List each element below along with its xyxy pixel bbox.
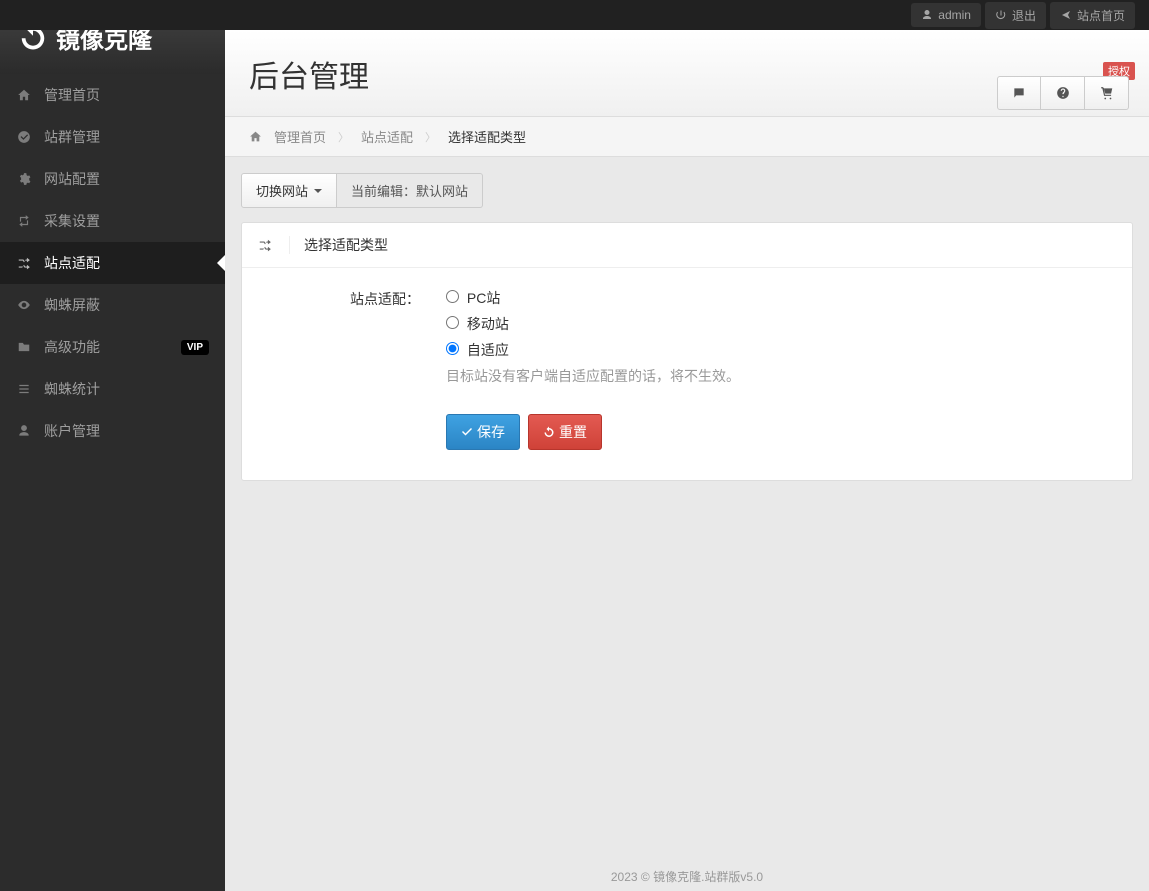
- page-header: 后台管理 授权: [225, 30, 1149, 117]
- toolbar-help-button[interactable]: [1041, 76, 1085, 110]
- sidebar-item-badge: VIP: [181, 340, 209, 355]
- folder-icon: [16, 339, 32, 355]
- page-title: 后台管理: [249, 52, 1125, 96]
- caret-down-icon: [314, 189, 322, 193]
- sidebar-item-label: 采集设置: [44, 211, 209, 231]
- share-icon: [1060, 9, 1072, 21]
- panel-header: 选择适配类型: [242, 223, 1132, 268]
- radio-option-mobile[interactable]: 移动站: [446, 314, 740, 334]
- footer: 2023 © 镜像克隆.站群版v5.0: [225, 862, 1149, 891]
- topbar-site-home-label: 站点首页: [1077, 7, 1125, 24]
- sidebar-item-label: 网站配置: [44, 169, 209, 189]
- cart-icon: [1100, 86, 1114, 100]
- radio-option-responsive[interactable]: 自适应: [446, 340, 740, 360]
- topbar-site-home[interactable]: 站点首页: [1050, 2, 1135, 29]
- user-icon: [921, 9, 933, 21]
- refresh-icon: [543, 426, 555, 438]
- toolbar-chat-button[interactable]: [997, 76, 1041, 110]
- panel-title: 选择适配类型: [304, 235, 388, 255]
- sidebar-item-label: 蜘蛛屏蔽: [44, 295, 209, 315]
- sidebar-item-label: 账户管理: [44, 421, 209, 441]
- panel: 选择适配类型 站点适配： PC站 移动站 自适应目标站没有客户端自适应配置的话，…: [241, 222, 1133, 481]
- sidebar-item-label: 高级功能: [44, 337, 181, 357]
- reset-button-label: 重置: [559, 422, 587, 442]
- breadcrumb-current: 选择适配类型: [448, 127, 526, 146]
- form-label: 站点适配：: [266, 288, 446, 386]
- power-icon: [995, 9, 1007, 21]
- list-icon: [16, 381, 32, 397]
- panel-body: 站点适配： PC站 移动站 自适应目标站没有客户端自适应配置的话，将不生效。 保…: [242, 268, 1132, 480]
- breadcrumb-link-0[interactable]: 管理首页: [274, 127, 326, 146]
- home-icon: [16, 87, 32, 103]
- chevron-right-icon: 〉: [425, 129, 436, 145]
- chevron-right-icon: 〉: [338, 129, 349, 145]
- shuffle-icon: [258, 236, 290, 254]
- form-actions: 保存 重置: [446, 414, 1108, 450]
- check-icon: [461, 426, 473, 438]
- radio-input-responsive[interactable]: [446, 342, 459, 355]
- sidebar-item-5[interactable]: 蜘蛛屏蔽: [0, 284, 225, 326]
- breadcrumb: 管理首页 〉 站点适配 〉 选择适配类型: [225, 117, 1149, 157]
- radio-input-mobile[interactable]: [446, 316, 459, 329]
- sidebar-item-6[interactable]: 高级功能VIP: [0, 326, 225, 368]
- save-button[interactable]: 保存: [446, 414, 520, 450]
- editing-site-name: 默认网站: [416, 184, 468, 199]
- chat-icon: [1012, 86, 1026, 100]
- switch-site-button[interactable]: 切换网站: [241, 173, 337, 208]
- sidebar-item-label: 管理首页: [44, 85, 209, 105]
- editing-label-text: 当前编辑：: [351, 184, 416, 199]
- gear-icon: [16, 171, 32, 187]
- sidebar-item-label: 站点适配: [44, 253, 209, 273]
- sidebar-item-8[interactable]: 账户管理: [0, 410, 225, 452]
- sidebar: 管理首页站群管理网站配置采集设置站点适配蜘蛛屏蔽高级功能VIP 蜘蛛统计账户管理: [0, 74, 225, 891]
- sidebar-item-label: 站群管理: [44, 127, 209, 147]
- sidebar-item-2[interactable]: 网站配置: [0, 158, 225, 200]
- topbar-logout[interactable]: 退出: [985, 2, 1046, 29]
- toolbar-cart-button[interactable]: [1085, 76, 1129, 110]
- radio-group: PC站 移动站 自适应目标站没有客户端自适应配置的话，将不生效。: [446, 288, 740, 386]
- radio-input-pc[interactable]: [446, 290, 459, 303]
- topbar-logout-label: 退出: [1012, 7, 1036, 24]
- header-toolbar: [997, 76, 1129, 110]
- sidebar-item-1[interactable]: 站群管理: [0, 116, 225, 158]
- save-button-label: 保存: [477, 422, 505, 442]
- check-circle-icon: [16, 129, 32, 145]
- help-text: 目标站没有客户端自适应配置的话，将不生效。: [446, 366, 740, 386]
- radio-option-pc[interactable]: PC站: [446, 288, 740, 308]
- switch-site-label: 切换网站: [256, 181, 308, 200]
- topbar: admin 退出 站点首页: [0, 0, 1149, 30]
- sidebar-item-4[interactable]: 站点适配: [0, 242, 225, 284]
- main: 后台管理 授权 管理首页 〉 站点适配 〉 选择适配类型 切换网站 当前编辑：默…: [225, 0, 1149, 497]
- form-row-adapter: 站点适配： PC站 移动站 自适应目标站没有客户端自适应配置的话，将不生效。: [266, 288, 1108, 386]
- current-editing: 当前编辑：默认网站: [337, 173, 483, 208]
- sidebar-item-0[interactable]: 管理首页: [0, 74, 225, 116]
- retweet-icon: [16, 213, 32, 229]
- sidebar-item-3[interactable]: 采集设置: [0, 200, 225, 242]
- content: 切换网站 当前编辑：默认网站 选择适配类型 站点适配： PC站 移动站 自适应目…: [225, 157, 1149, 497]
- question-icon: [1056, 86, 1070, 100]
- eye-icon: [16, 297, 32, 313]
- reset-button[interactable]: 重置: [528, 414, 602, 450]
- topbar-user-label: admin: [938, 8, 971, 22]
- user-icon: [16, 423, 32, 439]
- shuffle-icon: [16, 255, 32, 271]
- sidebar-item-7[interactable]: 蜘蛛统计: [0, 368, 225, 410]
- home-icon: [249, 130, 262, 143]
- breadcrumb-link-1[interactable]: 站点适配: [361, 127, 413, 146]
- topbar-user[interactable]: admin: [911, 3, 981, 27]
- site-bar: 切换网站 当前编辑：默认网站: [241, 173, 1133, 208]
- sidebar-item-label: 蜘蛛统计: [44, 379, 209, 399]
